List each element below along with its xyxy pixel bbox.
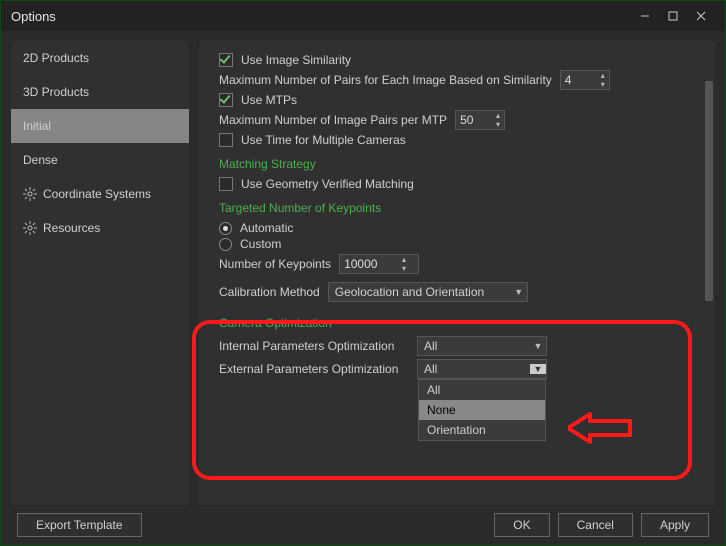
- matching-strategy-heading: Matching Strategy: [219, 157, 683, 171]
- spinner-down-icon[interactable]: ▾: [597, 80, 609, 89]
- sidebar-item-dense[interactable]: Dense: [11, 143, 189, 177]
- external-params-combo[interactable]: All ▼ All None Orientation: [417, 359, 547, 379]
- button-label: Apply: [660, 518, 690, 532]
- checkbox-icon: [219, 133, 233, 147]
- use-time-cameras-checkbox[interactable]: Use Time for Multiple Cameras: [219, 133, 683, 147]
- sidebar-item-label: Dense: [23, 153, 58, 167]
- ok-button[interactable]: OK: [494, 513, 549, 537]
- sidebar-item-label: Resources: [43, 221, 100, 235]
- spinner-up-icon[interactable]: ▴: [398, 255, 410, 264]
- spinner-down-icon[interactable]: ▾: [492, 120, 504, 129]
- sidebar: 2D Products 3D Products Initial Dense Co…: [11, 41, 189, 505]
- dialog-footer: Export Template OK Cancel Apply: [11, 505, 715, 545]
- button-label: Export Template: [36, 518, 123, 532]
- sidebar-item-resources[interactable]: Resources: [11, 211, 189, 245]
- sidebar-item-label: 2D Products: [23, 51, 89, 65]
- close-button[interactable]: [687, 6, 715, 26]
- sidebar-item-label: Coordinate Systems: [43, 187, 151, 201]
- num-keypoints-label: Number of Keypoints: [219, 257, 331, 271]
- max-pairs-similarity-spinner[interactable]: ▴▾: [560, 70, 610, 90]
- num-keypoints-input[interactable]: [340, 257, 398, 271]
- external-option-none[interactable]: None: [419, 400, 545, 420]
- scroll-thumb[interactable]: [705, 81, 713, 301]
- radio-icon: [219, 222, 232, 235]
- sidebar-item-2d-products[interactable]: 2D Products: [11, 41, 189, 75]
- max-pairs-similarity-input[interactable]: [561, 73, 597, 87]
- use-mtps-checkbox[interactable]: Use MTPs: [219, 93, 683, 107]
- sidebar-item-label: Initial: [23, 119, 51, 133]
- checkbox-icon: [219, 93, 233, 107]
- sidebar-item-label: 3D Products: [23, 85, 89, 99]
- internal-params-combo[interactable]: All ▼: [417, 336, 547, 356]
- automatic-radio[interactable]: Automatic: [219, 221, 683, 235]
- chevron-down-icon: ▼: [530, 364, 546, 374]
- max-pairs-mtp-label: Maximum Number of Image Pairs per MTP: [219, 113, 447, 127]
- export-template-button[interactable]: Export Template: [17, 513, 142, 537]
- targeted-keypoints-heading: Targeted Number of Keypoints: [219, 201, 683, 215]
- chevron-down-icon: ▼: [511, 287, 527, 297]
- calibration-method-combo[interactable]: Geolocation and Orientation ▼: [328, 282, 528, 302]
- max-pairs-mtp-spinner[interactable]: ▴▾: [455, 110, 505, 130]
- titlebar: Options: [1, 1, 725, 31]
- options-dialog: Options 2D Products 3D Products Initial: [0, 0, 726, 546]
- gear-icon: [23, 187, 37, 201]
- button-label: Cancel: [577, 518, 614, 532]
- window-title: Options: [11, 9, 631, 24]
- checkbox-label: Use Image Similarity: [241, 53, 351, 67]
- chevron-down-icon: ▼: [530, 341, 546, 351]
- checkbox-label: Use Geometry Verified Matching: [241, 177, 414, 191]
- radio-label: Automatic: [240, 221, 293, 235]
- minimize-button[interactable]: [631, 6, 659, 26]
- spinner-down-icon[interactable]: ▾: [398, 264, 410, 273]
- combo-value: All: [418, 362, 530, 376]
- gear-icon: [23, 221, 37, 235]
- external-params-label: External Parameters Optimization: [219, 362, 409, 376]
- button-label: OK: [513, 518, 530, 532]
- combo-value: Geolocation and Orientation: [329, 285, 511, 299]
- cancel-button[interactable]: Cancel: [558, 513, 633, 537]
- use-image-similarity-checkbox[interactable]: Use Image Similarity: [219, 53, 683, 67]
- spinner-up-icon[interactable]: ▴: [492, 111, 504, 120]
- radio-icon: [219, 238, 232, 251]
- sidebar-item-initial[interactable]: Initial: [11, 109, 189, 143]
- custom-radio[interactable]: Custom: [219, 237, 683, 251]
- internal-params-label: Internal Parameters Optimization: [219, 339, 409, 353]
- external-option-orientation[interactable]: Orientation: [419, 420, 545, 440]
- calibration-method-label: Calibration Method: [219, 285, 320, 299]
- max-pairs-mtp-input[interactable]: [456, 113, 492, 127]
- max-pairs-similarity-label: Maximum Number of Pairs for Each Image B…: [219, 73, 552, 87]
- checkbox-icon: [219, 53, 233, 67]
- checkbox-label: Use Time for Multiple Cameras: [241, 133, 406, 147]
- sidebar-item-coordinate-systems[interactable]: Coordinate Systems: [11, 177, 189, 211]
- num-keypoints-spinner[interactable]: ▴▾: [339, 254, 419, 274]
- use-geometry-verified-checkbox[interactable]: Use Geometry Verified Matching: [219, 177, 683, 191]
- combo-value: All: [418, 339, 530, 353]
- content-panel: Use Image Similarity Maximum Number of P…: [199, 41, 715, 505]
- external-option-all[interactable]: All: [419, 380, 545, 400]
- radio-label: Custom: [240, 237, 281, 251]
- sidebar-item-3d-products[interactable]: 3D Products: [11, 75, 189, 109]
- apply-button[interactable]: Apply: [641, 513, 709, 537]
- maximize-button[interactable]: [659, 6, 687, 26]
- camera-optimization-heading: Camera Optimization: [219, 316, 683, 330]
- checkbox-icon: [219, 177, 233, 191]
- spinner-up-icon[interactable]: ▴: [597, 71, 609, 80]
- checkbox-label: Use MTPs: [241, 93, 297, 107]
- external-params-dropdown: All None Orientation: [418, 379, 546, 441]
- vertical-scrollbar[interactable]: [703, 41, 715, 505]
